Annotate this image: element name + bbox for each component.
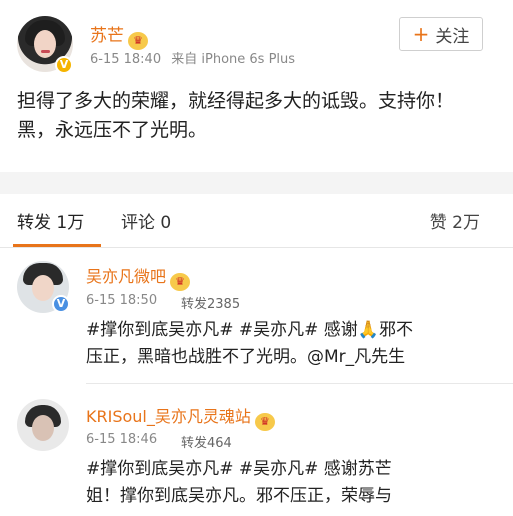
repost-time: 6-15 18:50 xyxy=(86,293,158,308)
repost-author-text[interactable]: 吴亦凡微吧 xyxy=(86,267,166,286)
repost-text: #撑你到底吴亦凡# #吴亦凡# 感谢🙏邪不 压正，黑暗也战胜不了光明。@Mr_凡… xyxy=(86,317,496,371)
avatar-face xyxy=(34,30,56,58)
repost-author[interactable]: KRISoul_吴亦凡灵魂站 ♛ xyxy=(86,403,275,431)
repost-time: 6-15 18:46 xyxy=(86,432,158,447)
weibo-post: V 苏芒 ♛ 6-15 18:40 来自 iPhone 6s Plus + 关注 … xyxy=(0,0,513,172)
post-meta: 6-15 18:40 来自 iPhone 6s Plus xyxy=(90,48,295,67)
repost-text-line: #撑你到底吴亦凡# #吴亦凡# 感谢🙏邪不 xyxy=(86,320,413,340)
repost-text: #撑你到底吴亦凡# #吴亦凡# 感谢苏芒 姐！撑你到底吴亦凡。邪不压正，荣辱与 xyxy=(86,456,496,510)
repost-author[interactable]: 吴亦凡微吧 ♛ xyxy=(86,263,191,291)
repost-item: V 吴亦凡微吧 ♛ 6-15 18:50 转发2385 #撑你到底吴亦凡# #吴亦… xyxy=(0,249,513,384)
repost-text-line: #撑你到底吴亦凡# #吴亦凡# 感谢苏芒 xyxy=(86,459,392,479)
verified-badge-icon: V xyxy=(55,56,73,74)
repost-count[interactable]: 转发2385 xyxy=(181,293,240,312)
repost-author-text[interactable]: KRISoul_吴亦凡灵魂站 xyxy=(86,407,251,426)
tab-likes[interactable]: 赞 2万 xyxy=(430,208,480,233)
section-divider xyxy=(0,172,513,194)
repost-count[interactable]: 转发464 xyxy=(181,432,232,451)
tab-bar: 转发 1万 评论 0 赞 2万 xyxy=(0,194,513,248)
follow-button[interactable]: + 关注 xyxy=(399,17,483,51)
crown-icon: ♛ xyxy=(254,413,275,431)
author-name-text[interactable]: 苏芒 xyxy=(90,26,124,46)
post-source: 来自 iPhone 6s Plus xyxy=(171,52,296,67)
crown-icon: ♛ xyxy=(170,273,191,291)
post-time: 6-15 18:40 xyxy=(90,52,162,67)
repost-text-line: 姐！撑你到底吴亦凡。邪不压正，荣辱与 xyxy=(86,486,392,506)
author-name[interactable]: 苏芒 ♛ xyxy=(90,21,148,50)
avatar-face xyxy=(32,415,54,441)
follow-label: 关注 xyxy=(435,26,470,47)
tab-reposts[interactable]: 转发 1万 xyxy=(17,208,84,233)
plus-icon: + xyxy=(412,22,430,46)
repost-text-line: 压正，黑暗也战胜不了光明。@Mr_凡先生 xyxy=(86,347,406,367)
repost-item: KRISoul_吴亦凡灵魂站 ♛ 6-15 18:46 转发464 #撑你到底吴亦… xyxy=(0,384,513,516)
active-tab-indicator xyxy=(13,244,101,247)
verified-badge-icon: V xyxy=(52,295,70,313)
avatar-face xyxy=(32,275,54,301)
tab-comments[interactable]: 评论 0 xyxy=(121,208,171,233)
post-text: 担得了多大的荣耀，就经得起多大的诋毁。支持你！黑，永远压不了光明。 xyxy=(17,90,455,141)
avatar-lips xyxy=(41,50,50,53)
repost-avatar[interactable] xyxy=(17,399,69,451)
